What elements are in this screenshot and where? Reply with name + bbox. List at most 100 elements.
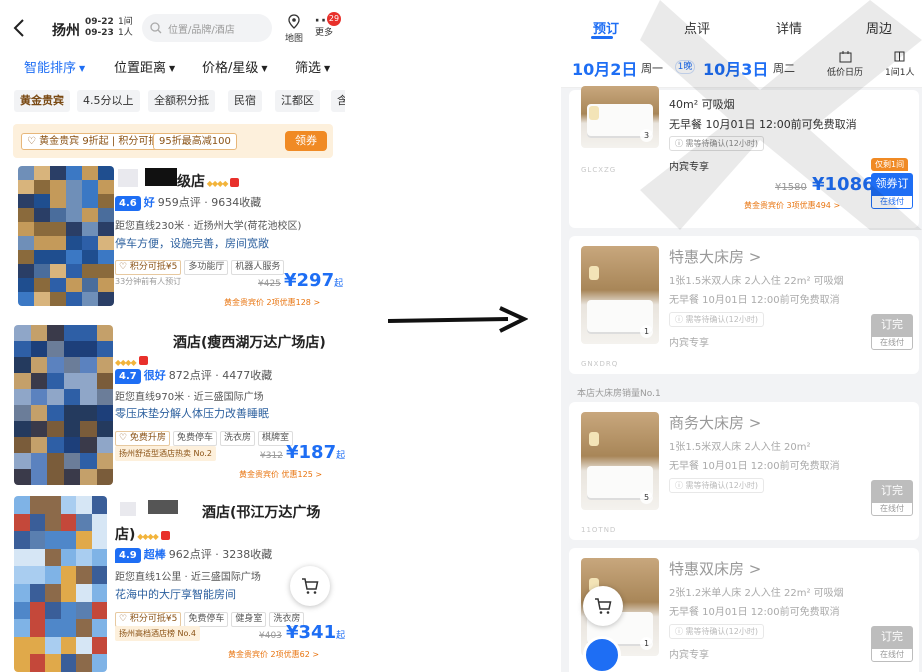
photo-pixel <box>66 180 82 194</box>
photo-pixel <box>82 278 98 292</box>
sort-smart[interactable]: 智能排序 ▼ <box>24 57 85 76</box>
photo-pixel <box>82 208 98 222</box>
photo-pixel <box>60 601 76 620</box>
sort-price-star[interactable]: 价格/星级 ▼ <box>202 57 268 76</box>
room-policy: 无早餐 10月01日 12:00前可免费取消 <box>669 118 857 131</box>
photo-pixel <box>29 636 45 655</box>
room-card[interactable]: 3 GLCXZG 40m² 可吸烟 无早餐 10月01日 12:00前可免费取消… <box>569 86 919 228</box>
rating-line: 4.7 很好 872点评 · 4477收藏 <box>115 367 272 384</box>
photo-pixel <box>96 341 113 357</box>
claim-and-book-button[interactable]: 领券订 <box>871 173 913 195</box>
filter-chip-points[interactable]: 全额积分抵 <box>148 90 215 112</box>
photo-pixel <box>29 601 45 620</box>
filter-chip-district[interactable]: 江都区 <box>275 90 320 112</box>
photo-pixel <box>18 278 34 292</box>
photo-pixel <box>30 373 47 389</box>
room-card[interactable]: 5 11OTND 商务大床房 > 1张1.5米双人床 2人入住 20m² 无早餐… <box>569 402 919 540</box>
photo-pixel <box>30 421 47 437</box>
back-arrow-icon[interactable] <box>12 18 28 38</box>
tab-booking[interactable]: 预订 <box>593 18 619 37</box>
photo-pixel <box>82 236 98 250</box>
photo-pixel <box>80 325 97 341</box>
photo-pixel <box>66 236 82 250</box>
cart-button[interactable] <box>290 566 330 606</box>
diamond-rating-icon: ◆◆◆◆ <box>115 358 137 367</box>
photo-pixel <box>82 292 98 306</box>
rating-line: 4.9 超棒 962点评 · 3238收藏 <box>115 546 272 563</box>
photo-pixel <box>82 180 98 194</box>
photo-pixel <box>50 166 66 180</box>
photo-pixel <box>76 654 92 672</box>
hotel-highlight: 停车方便，设施完善，房间宽敞 <box>115 237 269 250</box>
photo-pixel <box>14 341 31 357</box>
gold-vip-price[interactable]: 黄金贵宾价 3项优惠494 > <box>744 200 840 211</box>
photo-pixel <box>60 548 76 567</box>
photo-code: 11OTND <box>581 526 617 534</box>
photo-pixel <box>29 548 45 567</box>
limited-stock-tag: 仅剩1间 <box>871 158 909 171</box>
sort-filter[interactable]: 筛选 ▼ <box>295 57 330 76</box>
photo-pixel <box>29 619 45 637</box>
photo-pixel <box>18 264 34 278</box>
room-card[interactable]: 1 GNXDRQ 特惠大床房 > 1张1.5米双人床 2人入住 22m² 可吸烟… <box>569 236 919 374</box>
price-suffix: 起 <box>336 631 345 641</box>
cart-button[interactable] <box>583 586 623 626</box>
hotel-card[interactable]: 级店 ◆◆◆◆ 4.6 好 959点评 · 9634收藏 距您直线230米 · 近扬… <box>0 166 345 316</box>
photo-pixel <box>98 180 114 194</box>
photo-pixel <box>66 222 82 236</box>
claim-coupon-button[interactable]: 领券 <box>285 131 327 151</box>
sort-distance[interactable]: 位置距离 ▼ <box>114 57 175 76</box>
gold-vip-price[interactable]: 黄金贵宾价 2项优惠128 > <box>224 297 320 308</box>
confirm-badge: ⓘ 需等待确认(12小时) <box>669 312 764 327</box>
filter-chip-homestay[interactable]: 民宿 <box>228 90 262 112</box>
photo-pixel <box>63 453 80 469</box>
photo-pixel <box>14 325 31 341</box>
tab-nearby[interactable]: 周边 <box>866 18 892 37</box>
assistant-float-button[interactable] <box>583 636 621 672</box>
hotel-card[interactable]: 酒店(瘦西湖万达广场店) ◆◆◆◆ 4.7 很好 872点评 · 4477收藏 距您… <box>0 325 345 490</box>
city-selector[interactable]: 扬州 <box>52 20 80 40</box>
pay-online-label: 在线付 <box>871 336 913 350</box>
photo-pixel <box>96 357 113 373</box>
original-price: ¥403 <box>259 631 282 641</box>
gold-vip-price[interactable]: 黄金贵宾价 优惠125 > <box>239 469 322 480</box>
photo-count: 1 <box>640 637 653 650</box>
photo-pixel <box>91 636 107 655</box>
more-button[interactable]: ··· 29 更多 <box>311 12 341 48</box>
map-button[interactable]: 地图 <box>282 14 306 48</box>
screenshot-canvas: 扬州 09-22 09-23 1间 1人 位置/品牌/酒店 地图 ··· 29 … <box>0 0 922 672</box>
photo-pixel <box>45 496 61 514</box>
photo-pixel <box>63 341 80 357</box>
room-guest-count[interactable]: 1间 1人 <box>118 17 133 39</box>
tab-reviews[interactable]: 点评 <box>684 18 710 37</box>
ranking-badge[interactable]: 扬州高档酒店榜 No.4 <box>115 626 200 641</box>
date-range[interactable]: 09-22 09-23 <box>85 17 114 39</box>
cart-icon <box>595 598 612 614</box>
filter-chip-gold-vip[interactable]: 黄金贵宾 <box>14 90 70 112</box>
photo-pixel <box>63 325 80 341</box>
photo-pixel <box>63 405 80 421</box>
photo-pixel <box>14 405 31 421</box>
photo-pixel <box>66 194 82 208</box>
hotel-tags: ♡ 积分可抵¥5 多功能厅 机器人服务 <box>115 254 287 275</box>
pay-online-button[interactable]: 在线付 <box>871 195 913 209</box>
photo-pixel <box>34 292 50 306</box>
filter-chip-more[interactable]: 含 <box>331 90 345 112</box>
filter-chip-rating[interactable]: 4.5分以上 <box>77 90 140 112</box>
diamond-rating-icon: ◆◆◆◆ <box>205 179 229 188</box>
ranking-badge[interactable]: 扬州舒适型酒店热卖 No.2 <box>115 446 216 461</box>
photo-pixel <box>14 421 31 437</box>
hotel-location: 距您直线1公里 · 近三盛国际广场 <box>115 572 261 583</box>
room-guest-button[interactable]: 1间1人 <box>885 50 914 78</box>
photo-pixel <box>63 421 80 437</box>
photo-pixel <box>29 583 45 602</box>
gold-vip-price[interactable]: 黄金贵宾价 2项优惠62 > <box>228 649 319 660</box>
photo-pixel <box>66 208 82 222</box>
date-selector[interactable]: 10月2日 周一 1晚 10月3日 周二 低价日历 1间1人 <box>561 44 922 88</box>
photo-pixel <box>82 264 98 278</box>
tab-details[interactable]: 详情 <box>776 18 802 37</box>
price-calendar-button[interactable]: 低价日历 <box>827 50 863 78</box>
photo-pixel <box>34 278 50 292</box>
photo-pixel <box>47 405 64 421</box>
search-header: 扬州 09-22 09-23 1间 1人 位置/品牌/酒店 地图 ··· 29 … <box>0 8 345 48</box>
